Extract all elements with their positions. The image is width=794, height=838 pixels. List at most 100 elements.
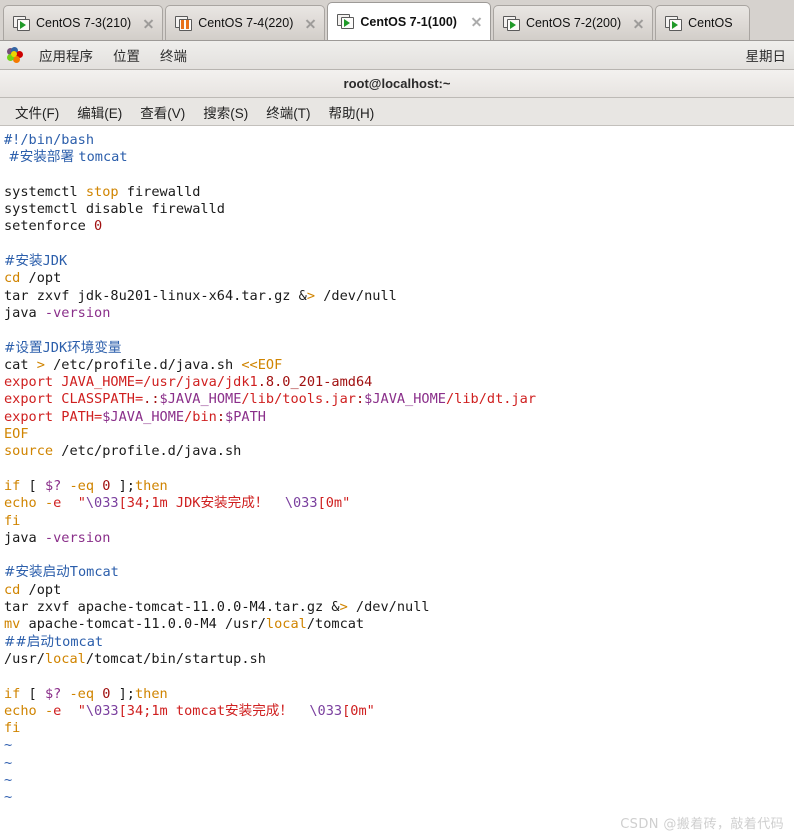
- code-token: .:: [143, 391, 160, 408]
- vm-tab-label: CentOS 7-4(220): [198, 16, 294, 30]
- code-token: tar zxvf jdk-8u201-linux-x64.tar.gz: [4, 287, 299, 304]
- code-token: /opt: [20, 270, 62, 287]
- code-token: 安装完成！: [225, 702, 293, 719]
- code-token: systemctl: [4, 183, 86, 200]
- code-line: #!/bin/bash: [4, 132, 794, 149]
- code-token: ##启动: [4, 633, 54, 650]
- code-token: JDK: [42, 253, 68, 270]
- code-token: if: [4, 685, 21, 702]
- code-token: &: [298, 287, 307, 304]
- code-line: ~: [4, 755, 794, 772]
- code-token: 环境变量: [67, 339, 122, 356]
- code-token: [: [20, 685, 45, 702]
- code-line: tar zxvf jdk-8u201-linux-x64.tar.gz &> /…: [4, 288, 794, 305]
- code-token: #安装: [4, 253, 43, 270]
- close-icon[interactable]: [141, 16, 156, 31]
- terminal-menu-item-3[interactable]: 搜索(S): [194, 100, 257, 124]
- code-token: >: [306, 287, 316, 304]
- code-token: ~: [4, 754, 13, 771]
- terminal-menu-item-2[interactable]: 查看(V): [131, 100, 194, 124]
- gnome-clock[interactable]: 星期日: [746, 45, 787, 65]
- code-line: /usr/local/tomcat/bin/startup.sh: [4, 651, 794, 668]
- code-token: systemctl disable firewalld: [4, 201, 225, 218]
- code-line: export PATH=$JAVA_HOME/bin:$PATH: [4, 409, 794, 426]
- code-token: fi: [4, 720, 21, 737]
- gnome-menu-applications[interactable]: 应用程序: [30, 43, 102, 67]
- close-icon[interactable]: [303, 16, 318, 31]
- gnome-menu-terminal[interactable]: 终端: [151, 43, 196, 67]
- code-token: $?: [44, 685, 62, 702]
- vm-tab-2[interactable]: CentOS 7-1(100): [327, 2, 491, 40]
- code-token: cd: [4, 270, 21, 287]
- code-token: [0m": [317, 495, 351, 512]
- terminal-text-area[interactable]: #!/bin/bash #安装部署 tomcat systemctl stop …: [0, 126, 794, 834]
- code-token: ": [77, 702, 86, 719]
- vm-tab-1[interactable]: CentOS 7-4(220): [165, 5, 326, 40]
- terminal-menu-item-0[interactable]: 文件(F): [6, 100, 68, 124]
- code-token: local: [44, 650, 86, 667]
- code-token: -version: [44, 304, 111, 321]
- code-line: ~: [4, 737, 794, 754]
- code-token: /lib/dt.jar: [445, 391, 537, 408]
- code-line: tar zxvf apache-tomcat-11.0.0-M4.tar.gz …: [4, 599, 794, 616]
- close-icon[interactable]: [631, 16, 646, 31]
- gnome-menu-places[interactable]: 位置: [104, 43, 149, 67]
- code-token: source: [4, 443, 54, 460]
- code-token: $JAVA_HOME: [102, 408, 185, 425]
- code-line: mv apache-tomcat-11.0.0-M4 /usr/local/to…: [4, 616, 794, 633]
- code-token: \033: [85, 495, 119, 512]
- code-token: [: [20, 477, 45, 494]
- code-token: ": [77, 495, 86, 512]
- vmware-workstation-window: CentOS 7-3(210) CentOS 7-4(220) CentOS 7-1…: [0, 0, 794, 838]
- code-token: >: [339, 599, 348, 616]
- code-line: java -version: [4, 305, 794, 322]
- code-token: then: [135, 477, 168, 494]
- code-line: cat > /etc/profile.d/java.sh <<EOF: [4, 357, 794, 374]
- code-token: $PATH: [225, 408, 266, 425]
- terminal-title-text: root@localhost:~: [343, 76, 451, 91]
- code-token: export: [4, 391, 62, 408]
- code-token: :: [216, 408, 226, 425]
- vm-tab-3[interactable]: CentOS 7-2(200): [492, 5, 654, 40]
- terminal-menu-item-4[interactable]: 终端(T): [257, 100, 319, 124]
- code-line: cd /opt: [4, 582, 794, 599]
- code-token: local: [265, 616, 307, 633]
- code-token: EOF: [4, 426, 29, 443]
- code-token: 安装完成！: [200, 495, 269, 512]
- code-token: -eq: [69, 477, 95, 494]
- code-token: ];: [110, 477, 135, 494]
- code-token: export: [4, 374, 62, 391]
- code-token: echo: [4, 702, 37, 719]
- vm-tab-0[interactable]: CentOS 7-3(210): [3, 5, 164, 40]
- code-line: systemctl disable firewalld: [4, 201, 794, 218]
- code-token: \033: [284, 495, 318, 512]
- code-token: ~: [4, 737, 13, 754]
- code-token: [0m": [342, 702, 375, 719]
- code-token: >: [36, 356, 45, 373]
- code-token: #设置: [4, 339, 43, 356]
- vm-tab-4[interactable]: CentOS: [655, 5, 750, 40]
- code-token: /usr/: [4, 650, 45, 667]
- code-token: export: [4, 408, 62, 425]
- code-token: \033: [309, 702, 343, 719]
- code-token: #安装启动: [4, 564, 70, 581]
- terminal-menu-item-1[interactable]: 编辑(E): [68, 100, 131, 124]
- code-token: setenforce: [4, 218, 95, 235]
- terminal-menu-item-5[interactable]: 帮助(H): [320, 100, 384, 124]
- gnome-top-panel: 应用程序 位置 终端 星期日: [0, 41, 794, 70]
- terminal-title-bar: root@localhost:~: [0, 70, 794, 98]
- code-line: ~: [4, 789, 794, 806]
- code-token: firewalld: [118, 183, 201, 200]
- code-token: /lib/tools.jar: [241, 391, 356, 408]
- code-token: /dev/null: [347, 599, 430, 616]
- close-icon[interactable]: [469, 14, 484, 29]
